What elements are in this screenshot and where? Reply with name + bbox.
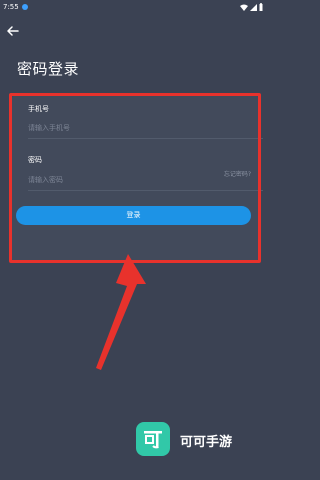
login-form: 手机号 密码 [12, 96, 263, 261]
battery-icon [259, 3, 263, 11]
status-icons [239, 0, 263, 14]
phone-label: 手机号 [28, 105, 49, 113]
brand-logo [136, 422, 170, 456]
password-divider [28, 190, 263, 191]
status-time: 7:55 [3, 3, 19, 11]
page-title: 密码登录 [17, 60, 80, 78]
notification-dot-icon [22, 4, 28, 10]
phone-divider [28, 138, 263, 139]
status-bar: 7:55 [0, 0, 267, 14]
password-label: 密码 [28, 156, 42, 164]
phone-input[interactable] [28, 120, 263, 136]
wifi-icon [239, 4, 248, 11]
brand-logo-icon [144, 431, 162, 449]
forgot-password-link[interactable]: 忘记密码? [224, 169, 251, 178]
brand-name: 可可手游 [180, 435, 233, 450]
login-button[interactable]: 登录 [16, 206, 251, 225]
back-arrow-icon[interactable] [6, 24, 20, 38]
signal-icon [249, 3, 257, 11]
